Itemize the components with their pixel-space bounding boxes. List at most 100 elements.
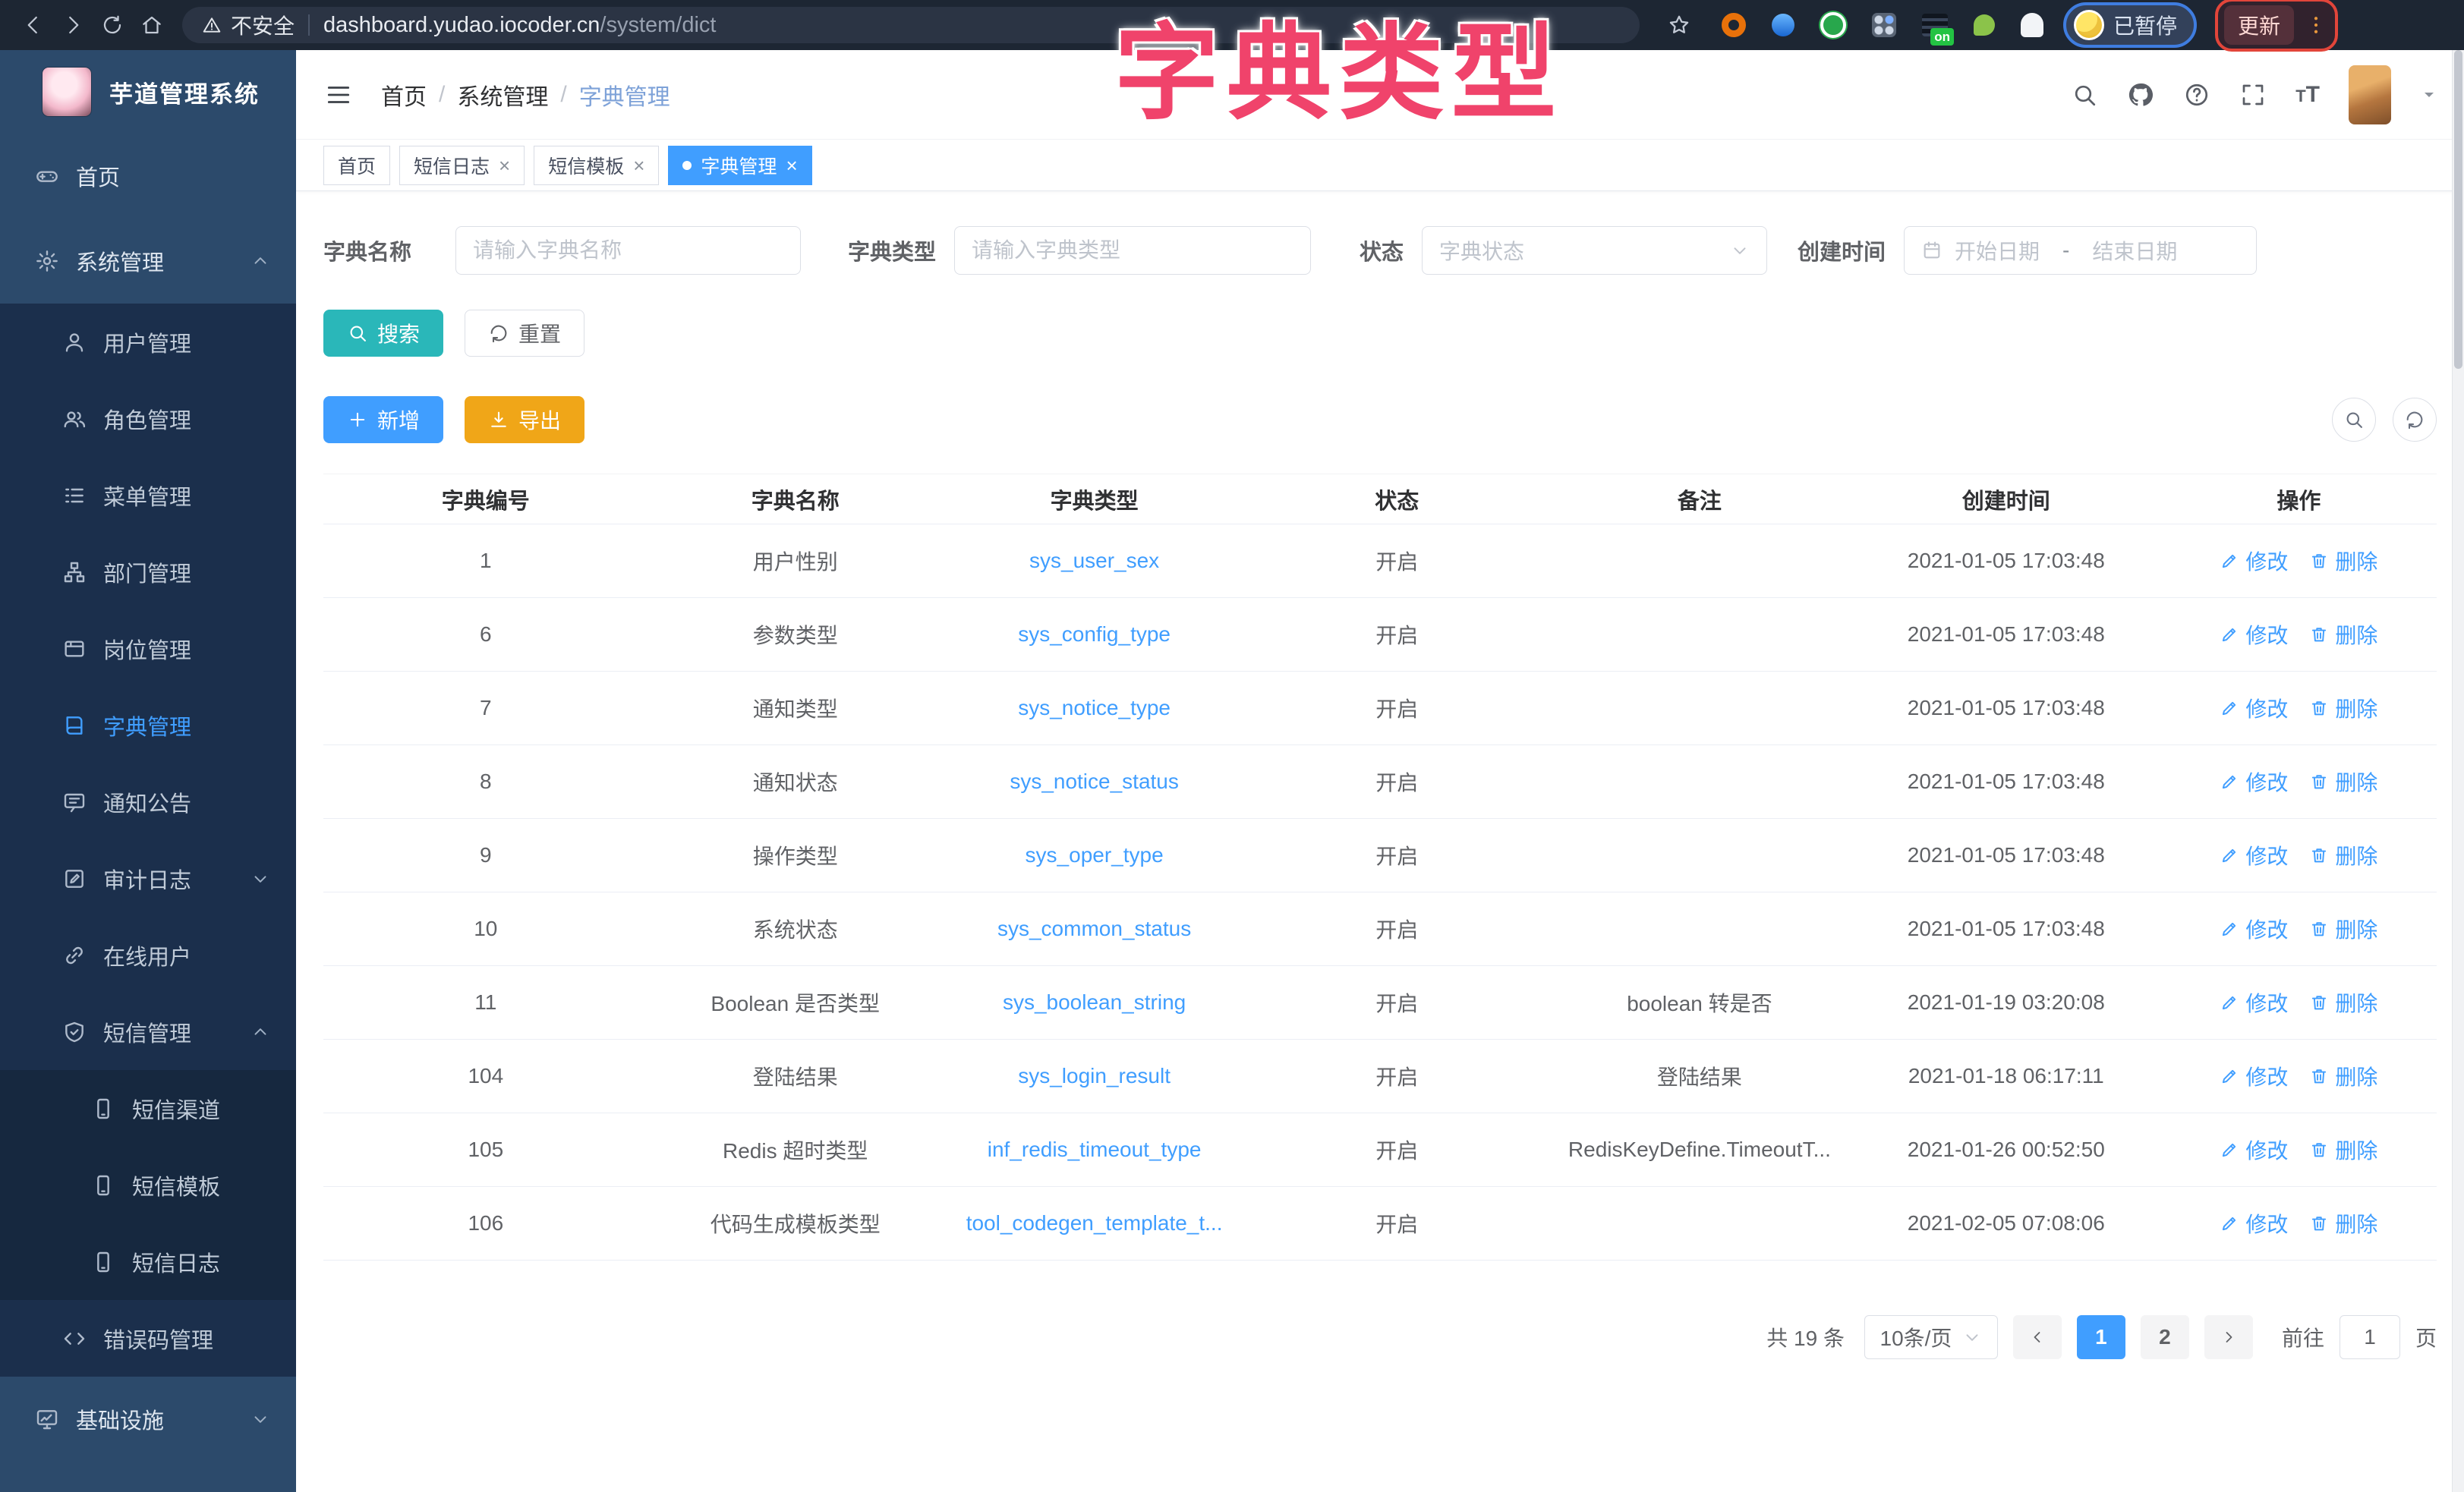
refresh-icon xyxy=(2404,409,2425,430)
delete-link[interactable]: 删除 xyxy=(2309,546,2377,576)
sidebar-item-post-management[interactable]: 岗位管理 xyxy=(0,610,296,687)
extension-green-icon[interactable] xyxy=(1820,12,1846,38)
edit-link[interactable]: 修改 xyxy=(2220,987,2288,1018)
search-button[interactable]: 搜索 xyxy=(323,310,443,357)
sidebar-collapse-icon[interactable] xyxy=(322,78,355,112)
delete-link[interactable]: 删除 xyxy=(2309,766,2377,797)
dict-type-link[interactable]: sys_user_sex xyxy=(1029,549,1159,573)
browser-forward-icon[interactable] xyxy=(53,5,93,45)
tab-close-icon[interactable]: × xyxy=(633,156,644,175)
dict-type-link[interactable]: sys_config_type xyxy=(1018,622,1171,647)
address-bar[interactable]: 不安全 dashboard.yudao.iocoder.cn/system/di… xyxy=(182,7,1640,43)
sidebar-item-role-management[interactable]: 角色管理 xyxy=(0,380,296,457)
fullscreen-icon[interactable] xyxy=(2239,81,2267,109)
prev-page-button[interactable] xyxy=(2013,1315,2062,1359)
page-size-select[interactable]: 10条/页 xyxy=(1864,1315,1998,1359)
edit-link[interactable]: 修改 xyxy=(2220,840,2288,870)
dict-type-link[interactable]: sys_login_result xyxy=(1018,1064,1171,1088)
dict-type-input[interactable] xyxy=(972,227,1293,274)
sidebar-item-dept-management[interactable]: 部门管理 xyxy=(0,534,296,610)
add-button[interactable]: 新增 xyxy=(323,396,443,443)
sidebar-item-sms-management[interactable]: 短信管理 xyxy=(0,993,296,1070)
delete-link[interactable]: 删除 xyxy=(2309,1135,2377,1165)
edit-link[interactable]: 修改 xyxy=(2220,914,2288,944)
extension-grid-icon[interactable] xyxy=(1872,13,1896,37)
edit-link[interactable]: 修改 xyxy=(2220,546,2288,576)
date-range-picker[interactable]: 开始日期 - 结束日期 xyxy=(1904,226,2257,275)
reset-button[interactable]: 重置 xyxy=(465,310,584,357)
edit-link[interactable]: 修改 xyxy=(2220,1208,2288,1239)
breadcrumb-item-0[interactable]: 首页 xyxy=(381,78,427,112)
goto-page-input[interactable] xyxy=(2340,1315,2400,1359)
app-logo-row[interactable]: 芋道管理系统 xyxy=(0,50,296,134)
extension-orange-icon[interactable] xyxy=(1722,13,1746,37)
refresh-table-button[interactable] xyxy=(2393,398,2437,442)
page-number-1[interactable]: 1 xyxy=(2077,1315,2125,1359)
extension-blue-icon[interactable] xyxy=(1772,14,1794,36)
font-size-icon[interactable]: TT xyxy=(2295,82,2320,108)
next-page-button[interactable] xyxy=(2204,1315,2253,1359)
sidebar-item-audit-log[interactable]: 审计日志 xyxy=(0,840,296,917)
scrollbar-thumb[interactable] xyxy=(2454,50,2462,369)
sidebar-item-sms-template[interactable]: 短信模板 xyxy=(0,1147,296,1223)
toggle-search-button[interactable] xyxy=(2332,398,2376,442)
browser-scrollbar[interactable] xyxy=(2452,50,2464,1492)
edit-link[interactable]: 修改 xyxy=(2220,693,2288,723)
browser-reload-icon[interactable] xyxy=(93,5,132,45)
breadcrumb-item-1[interactable]: 系统管理 xyxy=(457,78,548,112)
tab-dict-management[interactable]: 字典管理× xyxy=(668,146,811,185)
sidebar-item-user-management[interactable]: 用户管理 xyxy=(0,304,296,380)
browser-home-icon[interactable] xyxy=(132,5,172,45)
browser-menu-dots-icon[interactable] xyxy=(2305,14,2327,36)
delete-link[interactable]: 删除 xyxy=(2309,914,2377,944)
edit-link[interactable]: 修改 xyxy=(2220,1135,2288,1165)
extension-leaf-icon[interactable] xyxy=(1974,14,1995,36)
github-icon[interactable] xyxy=(2127,81,2154,109)
delete-link[interactable]: 删除 xyxy=(2309,1061,2377,1091)
extension-paused-badge[interactable]: 已暂停 xyxy=(2063,2,2197,48)
delete-link[interactable]: 删除 xyxy=(2309,840,2377,870)
dict-type-link[interactable]: sys_common_status xyxy=(997,917,1191,941)
sidebar-item-online-users[interactable]: 在线用户 xyxy=(0,917,296,993)
sidebar-item-sms-channel[interactable]: 短信渠道 xyxy=(0,1070,296,1147)
tab-home[interactable]: 首页 xyxy=(323,146,390,185)
sidebar-item-infrastructure[interactable]: 基础设施 xyxy=(0,1377,296,1462)
sidebar-item-sms-log[interactable]: 短信日志 xyxy=(0,1223,296,1300)
avatar-caret-down-icon[interactable] xyxy=(2420,86,2438,104)
sidebar-item-menu-management[interactable]: 菜单管理 xyxy=(0,457,296,534)
edit-link[interactable]: 修改 xyxy=(2220,619,2288,650)
extension-tampermonkey-icon[interactable]: on xyxy=(1922,14,1948,36)
status-select[interactable]: 字典状态 xyxy=(1422,226,1767,275)
tab-close-icon[interactable]: × xyxy=(499,156,510,175)
browser-update-button[interactable]: 更新 xyxy=(2224,5,2294,45)
help-icon[interactable] xyxy=(2183,81,2210,109)
delete-link[interactable]: 删除 xyxy=(2309,987,2377,1018)
sidebar-item-notice-announcement[interactable]: 通知公告 xyxy=(0,763,296,840)
sidebar-item-dict-management[interactable]: 字典管理 xyxy=(0,687,296,763)
extension-ghost-icon[interactable] xyxy=(2021,13,2043,37)
page-number-2[interactable]: 2 xyxy=(2141,1315,2189,1359)
delete-link[interactable]: 删除 xyxy=(2309,1208,2377,1239)
dict-type-link[interactable]: sys_oper_type xyxy=(1026,843,1164,867)
export-button[interactable]: 导出 xyxy=(465,396,584,443)
search-icon[interactable] xyxy=(2071,81,2098,109)
dict-type-link[interactable]: sys_notice_status xyxy=(1010,770,1179,794)
dict-type-link[interactable]: inf_redis_timeout_type xyxy=(988,1138,1202,1162)
edit-link[interactable]: 修改 xyxy=(2220,766,2288,797)
dict-type-link[interactable]: tool_codegen_template_t... xyxy=(966,1211,1223,1235)
browser-back-icon[interactable] xyxy=(14,5,53,45)
edit-link[interactable]: 修改 xyxy=(2220,1061,2288,1091)
delete-link[interactable]: 删除 xyxy=(2309,619,2377,650)
dict-type-link[interactable]: sys_boolean_string xyxy=(1003,990,1186,1015)
user-avatar[interactable] xyxy=(2349,65,2391,124)
tab-sms-template[interactable]: 短信模板× xyxy=(534,146,659,185)
dict-name-input[interactable] xyxy=(473,227,783,274)
sidebar-item-system-management[interactable]: 系统管理 xyxy=(0,219,296,304)
sidebar-item-home[interactable]: 首页 xyxy=(0,134,296,219)
tab-sms-log[interactable]: 短信日志× xyxy=(399,146,525,185)
sidebar-item-error-code-management[interactable]: 错误码管理 xyxy=(0,1300,296,1377)
bookmark-star-icon[interactable] xyxy=(1659,5,1699,45)
dict-type-link[interactable]: sys_notice_type xyxy=(1018,696,1171,720)
delete-link[interactable]: 删除 xyxy=(2309,693,2377,723)
tab-close-icon[interactable]: × xyxy=(786,156,797,175)
